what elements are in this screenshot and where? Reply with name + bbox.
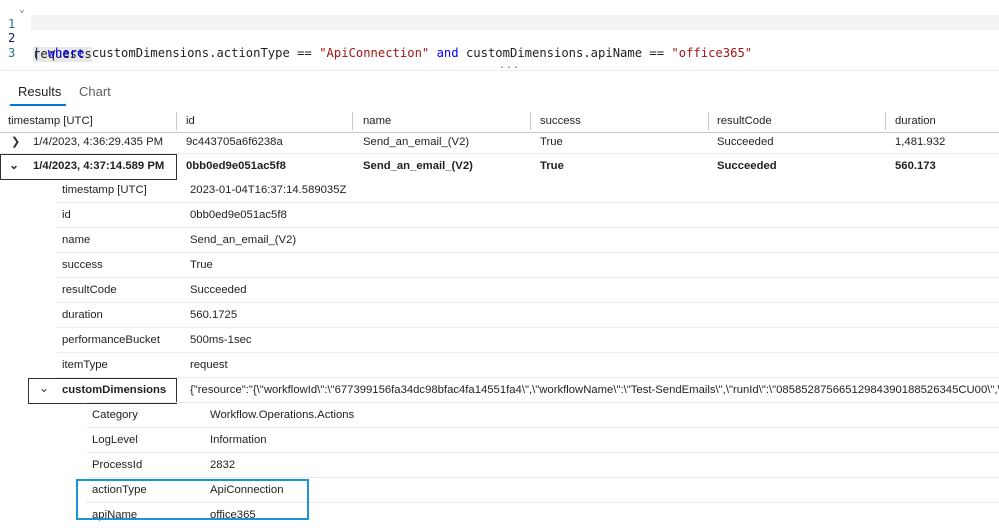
nested-value: 2832 (210, 459, 236, 471)
nested-detail-row[interactable]: Category Workflow.Operations.Actions (0, 403, 999, 428)
chevron-down-icon[interactable]: ⌄ (39, 381, 49, 395)
detail-row[interactable]: performanceBucket 500ms-1sec (0, 328, 999, 353)
active-line-highlight (31, 15, 999, 30)
code-line-2[interactable]: 2 | where customDimensions.actionType ==… (0, 16, 752, 60)
tab-chart[interactable]: Chart (79, 83, 111, 101)
detail-row[interactable]: duration 560.1725 (0, 303, 999, 328)
nested-key: Category (92, 409, 138, 421)
code-text: | where customDimensions.actionType == "… (33, 46, 752, 61)
cell-resultcode: Succeeded (717, 160, 777, 172)
cell-id: 0bb0ed9e051ac5f8 (186, 160, 286, 172)
nested-key: apiName (92, 509, 138, 521)
keyword-where: where (47, 46, 85, 60)
nested-detail-row[interactable]: actionType ApiConnection (0, 478, 999, 503)
query-editor[interactable]: 1 ⌄ requests 2 | where customDimensions.… (0, 0, 999, 71)
pipe-operator: | (33, 46, 48, 60)
detail-key: performanceBucket (62, 334, 160, 346)
column-separator[interactable] (708, 112, 709, 130)
cell-timestamp: 1/4/2023, 4:37:14.589 PM (33, 160, 165, 172)
splitter-handle[interactable]: ... (499, 61, 520, 71)
detail-value: True (190, 259, 213, 271)
nested-key: ProcessId (92, 459, 143, 471)
detail-value: request (190, 359, 228, 371)
results-grid: timestamp [UTC] id name success resultCo… (0, 108, 999, 527)
detail-row[interactable]: resultCode Succeeded (0, 278, 999, 303)
column-header-duration[interactable]: duration (895, 113, 936, 129)
chevron-down-icon[interactable]: ⌄ (9, 158, 19, 172)
nested-value: Workflow.Operations.Actions (210, 409, 355, 421)
detail-key: name (62, 234, 91, 246)
column-header-resultcode[interactable]: resultCode (717, 113, 772, 129)
column-separator[interactable] (530, 112, 531, 130)
code-fragment: customDimensions.actionType == (84, 46, 320, 60)
table-row[interactable]: ❯ 1/4/2023, 4:36:29.435 PM 9c443705a6f62… (0, 130, 999, 155)
detail-key: id (62, 209, 71, 221)
cell-success: True (540, 160, 564, 172)
column-separator[interactable] (176, 112, 177, 130)
cell-id: 9c443705a6f6238a (186, 136, 283, 148)
keyword-and: and (429, 46, 459, 60)
detail-key: customDimensions (62, 384, 167, 396)
column-header-timestamp[interactable]: timestamp [UTC] (8, 113, 93, 129)
cell-duration: 560.173 (895, 160, 936, 172)
detail-value: {"resource":"{\"workflowId\":\"677399156… (190, 384, 999, 396)
string-literal: "office365" (671, 46, 753, 60)
nested-value: ApiConnection (210, 484, 284, 496)
detail-key: timestamp [UTC] (62, 184, 147, 196)
line-number: 3 (8, 46, 16, 60)
nested-detail-row[interactable]: LogLevel Information (0, 428, 999, 453)
detail-row[interactable]: timestamp [UTC] 2023-01-04T16:37:14.5890… (0, 178, 999, 203)
detail-row[interactable]: name Send_an_email_(V2) (0, 228, 999, 253)
editor-divider (0, 70, 999, 71)
nested-key: actionType (92, 484, 147, 496)
detail-value: Succeeded (190, 284, 247, 296)
code-line-3[interactable]: 3 (0, 31, 29, 60)
code-fragment: customDimensions.apiName == (458, 46, 672, 60)
cell-name: Send_an_email_(V2) (363, 160, 473, 172)
nested-detail-row[interactable]: ProcessId 2832 (0, 453, 999, 478)
nested-value: Information (210, 434, 267, 446)
cell-timestamp: 1/4/2023, 4:36:29.435 PM (33, 136, 164, 148)
cell-resultcode: Succeeded (717, 136, 774, 148)
detail-key: duration (62, 309, 103, 321)
detail-row[interactable]: success True (0, 253, 999, 278)
detail-key: resultCode (62, 284, 117, 296)
column-separator[interactable] (885, 112, 886, 130)
active-tab-indicator (10, 104, 66, 106)
nested-detail-row[interactable]: apiName office365 (0, 503, 999, 528)
cell-name: Send_an_email_(V2) (363, 136, 470, 148)
detail-key: success (62, 259, 103, 271)
column-separator[interactable] (352, 112, 353, 130)
detail-row-expanded[interactable]: ⌄ customDimensions {"resource":"{\"workf… (0, 378, 999, 404)
table-row-expanded[interactable]: ⌄ 1/4/2023, 4:37:14.589 PM 0bb0ed9e051ac… (0, 154, 999, 180)
detail-value: 2023-01-04T16:37:14.589035Z (190, 184, 347, 196)
nested-value: office365 (210, 509, 256, 521)
string-literal: "ApiConnection" (319, 46, 430, 60)
detail-key: itemType (62, 359, 108, 371)
column-header-name[interactable]: name (363, 113, 391, 129)
nested-key: LogLevel (92, 434, 138, 446)
detail-value: 500ms-1sec (190, 334, 252, 346)
column-header-id[interactable]: id (186, 113, 195, 129)
detail-row[interactable]: id 0bb0ed9e051ac5f8 (0, 203, 999, 228)
cell-success: True (540, 136, 563, 148)
tab-results[interactable]: Results (18, 83, 61, 101)
fold-chevron-icon[interactable]: ⌄ (19, 2, 25, 17)
detail-value: Send_an_email_(V2) (190, 234, 297, 246)
detail-value: 560.1725 (190, 309, 238, 321)
column-header-success[interactable]: success (540, 113, 581, 129)
cell-duration: 1,481.932 (895, 136, 946, 148)
detail-row[interactable]: itemType request (0, 353, 999, 378)
detail-value: 0bb0ed9e051ac5f8 (190, 209, 287, 221)
chevron-right-icon[interactable]: ❯ (11, 135, 20, 148)
code-line-1[interactable]: 1 ⌄ requests (0, 2, 92, 62)
